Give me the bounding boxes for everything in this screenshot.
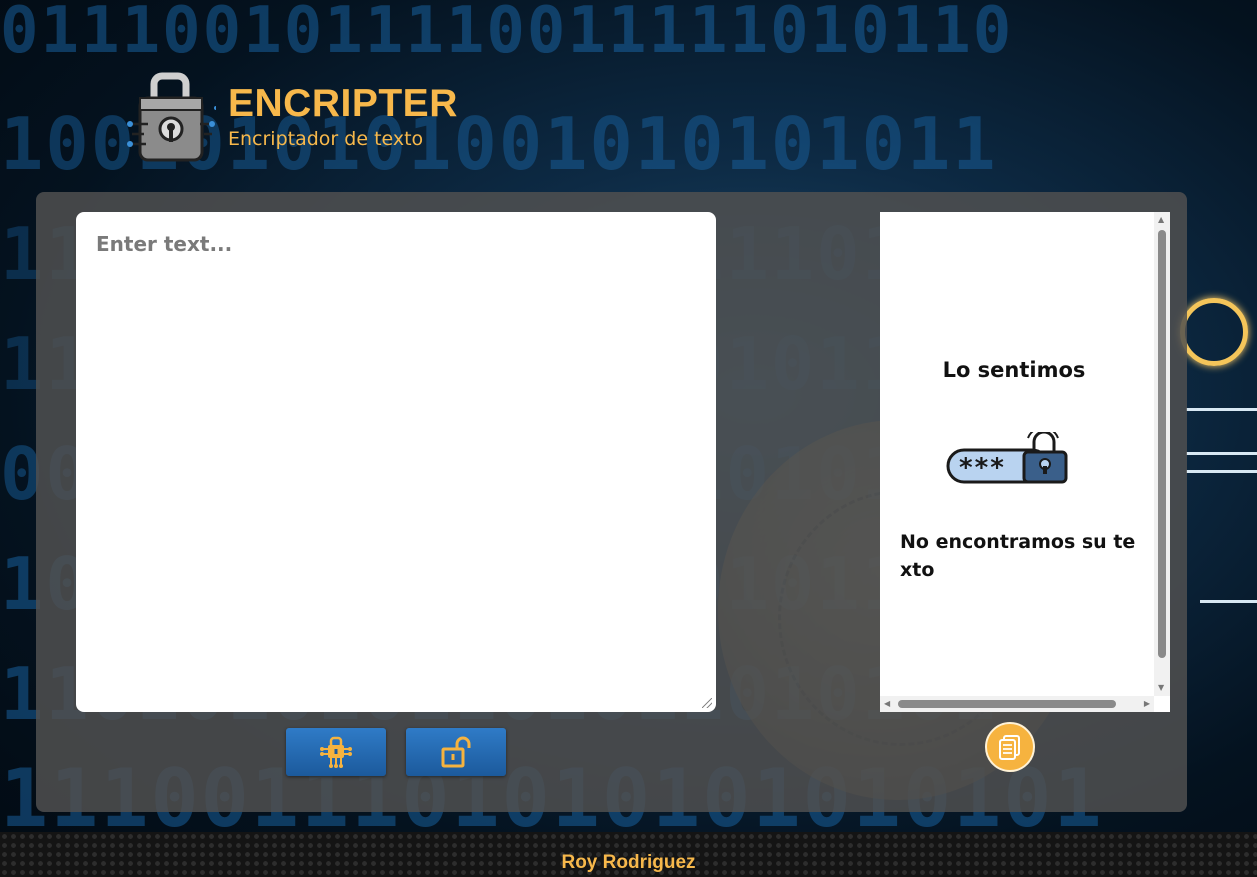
scroll-left-icon[interactable]: ◀	[884, 699, 890, 708]
app-title: ENCRIPTER	[228, 82, 458, 125]
output-title: Lo sentimos	[942, 358, 1086, 382]
resize-handle[interactable]	[702, 698, 712, 708]
text-input[interactable]	[76, 212, 716, 712]
unlock-icon	[441, 736, 471, 768]
main-panel: Lo sentimos *** No encontramos su texto …	[36, 192, 1187, 812]
copy-button[interactable]	[985, 722, 1035, 772]
scroll-thumb[interactable]	[898, 700, 1116, 708]
app-subtitle: Encriptador de texto	[228, 128, 424, 150]
header: ENCRIPTER Encriptador de texto	[124, 72, 458, 164]
output-area[interactable]: Lo sentimos *** No encontramos su texto …	[880, 212, 1170, 712]
circuit-ring-decoration	[1180, 298, 1248, 366]
footer: Roy Rodriguez	[0, 832, 1257, 877]
scroll-up-icon[interactable]: ▲	[1158, 216, 1164, 224]
output-message: No encontramos su texto	[900, 531, 1136, 581]
vertical-scrollbar[interactable]: ▲ ▼	[1154, 212, 1170, 696]
lock-circuit-icon	[127, 72, 216, 162]
scroll-down-icon[interactable]: ▼	[1158, 684, 1164, 692]
circuit-line	[1186, 408, 1257, 411]
encrypt-chip-icon	[320, 736, 352, 768]
circuit-line	[1200, 600, 1257, 603]
circuit-line	[1186, 470, 1257, 473]
author-name: Roy Rodriguez	[561, 852, 696, 873]
horizontal-scrollbar[interactable]: ◀ ▶	[880, 696, 1154, 712]
circuit-line	[1186, 452, 1257, 455]
binary-row: 0111001011110011111010110	[0, 0, 1014, 68]
scroll-thumb[interactable]	[1158, 230, 1166, 658]
decrypt-button[interactable]	[406, 728, 506, 776]
encrypt-button[interactable]	[286, 728, 386, 776]
scroll-right-icon[interactable]: ▶	[1144, 699, 1150, 708]
svg-text:***: ***	[958, 453, 1005, 483]
copy-icon	[999, 735, 1020, 760]
password-lock-icon: ***	[946, 432, 1068, 484]
